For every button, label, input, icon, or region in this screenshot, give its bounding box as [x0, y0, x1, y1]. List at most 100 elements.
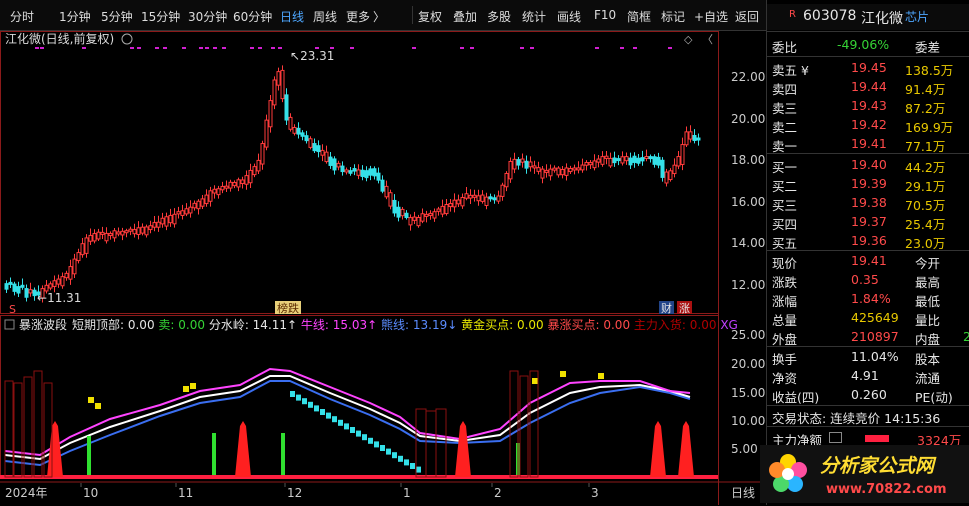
- tab-15min[interactable]: 15分钟: [141, 8, 180, 25]
- draw-line-button[interactable]: 画线: [557, 8, 581, 25]
- period-toolbar: 分时 1分钟 5分钟 15分钟 30分钟 60分钟 日线 周线 更多 〉 复权 …: [0, 0, 766, 31]
- low-price-label: ←11.31: [37, 291, 81, 305]
- candle: [316, 145, 321, 153]
- sell-level-4: 卖四 19.44 91.4万: [772, 79, 946, 97]
- tab-1min[interactable]: 1分钟: [59, 8, 91, 25]
- candle: [588, 162, 593, 166]
- simple-frame-button[interactable]: 简框: [627, 8, 651, 25]
- candle: [296, 127, 301, 135]
- f10-button[interactable]: F10: [594, 8, 616, 22]
- period-label[interactable]: 日线: [731, 486, 755, 500]
- candle: [556, 167, 561, 176]
- limit-up-tag[interactable]: 涨: [679, 302, 690, 315]
- signal-dot: [350, 47, 354, 49]
- candle: [508, 160, 513, 180]
- mark-button[interactable]: 标记: [661, 8, 685, 25]
- candle: [620, 156, 625, 164]
- kline-chart[interactable]: 江化微(日线,前复权) ◇ 〈 22.00 20.00 18.00 16.00 …: [0, 31, 766, 505]
- candle: [180, 210, 185, 216]
- back-button[interactable]: 返回: [735, 8, 759, 25]
- candle: [240, 179, 245, 185]
- trade-status: 交易状态: 连续竞价 14:15:36: [772, 411, 941, 426]
- signal-dot: [258, 47, 262, 49]
- candle: [328, 156, 333, 166]
- candle: [668, 170, 673, 181]
- candle: [412, 216, 417, 221]
- candle: [108, 232, 113, 236]
- candle: [628, 157, 633, 166]
- candle: [580, 164, 585, 171]
- candle: [340, 165, 345, 173]
- candle: [660, 159, 665, 178]
- candle: [576, 167, 581, 171]
- candle: [96, 231, 101, 240]
- candle: [664, 171, 669, 184]
- candle: [480, 194, 485, 202]
- tab-daily[interactable]: 日线: [280, 8, 304, 25]
- r-tag: R: [789, 9, 796, 20]
- signal-dot: [205, 47, 209, 49]
- ind-tick: 10.00: [731, 414, 765, 428]
- main-inflow-bar: [33, 370, 43, 478]
- candle: [192, 202, 197, 209]
- tab-more[interactable]: 更多: [346, 8, 370, 25]
- tab-60min[interactable]: 60分钟: [233, 8, 272, 25]
- candle: [160, 217, 165, 225]
- signal-dot: [633, 47, 637, 49]
- candle: [12, 283, 17, 292]
- cyan-block: [302, 398, 307, 405]
- chart-title: 江化微(日线,前复权): [5, 31, 114, 46]
- statistics-button[interactable]: 统计: [522, 8, 546, 25]
- gold-block: [190, 383, 196, 389]
- signal-dot: [199, 47, 203, 49]
- weibi-row: 委比 -49.06% 委差: [772, 37, 941, 55]
- candle: [60, 276, 65, 287]
- candle: [384, 185, 389, 198]
- candle: [32, 289, 37, 297]
- finance-tag[interactable]: 财: [661, 301, 672, 315]
- chevron-right-icon[interactable]: 〉: [373, 8, 385, 25]
- signal-dot: [40, 47, 44, 49]
- stat-0: 现价 19.41 今开: [772, 253, 941, 271]
- multi-stock-button[interactable]: 多股: [487, 8, 511, 25]
- candle: [324, 151, 329, 163]
- diamond-icon[interactable]: ◇: [684, 33, 693, 46]
- tab-5min[interactable]: 5分钟: [101, 8, 133, 25]
- collapse-icon[interactable]: 〈: [702, 33, 713, 46]
- indicator-toggle-icon[interactable]: [4, 319, 15, 330]
- candle: [456, 199, 461, 205]
- candle: [440, 205, 445, 215]
- surge-spike: [455, 421, 471, 477]
- buy-level-3: 买三 19.38 70.5万: [772, 195, 946, 213]
- candle: [244, 175, 249, 185]
- candle: [692, 134, 697, 141]
- indicator-values: 短期顶部: 0.00 卖: 0.00 分水岭: 14.11↑ 牛线: 15.03…: [72, 317, 738, 332]
- signal-dot: [271, 47, 275, 49]
- candle: [624, 156, 629, 162]
- restore-rights-button[interactable]: 复权: [418, 8, 442, 25]
- stat-1: 涨跌 0.35 最高: [772, 272, 941, 290]
- settings-dot-icon[interactable]: [121, 33, 133, 45]
- surge-spike: [235, 421, 251, 477]
- stat-4: 外盘 210897 内盘 2: [772, 329, 969, 347]
- candle: [16, 286, 21, 294]
- tab-weekly[interactable]: 周线: [313, 8, 337, 25]
- tab-timeshare[interactable]: 分时: [10, 8, 34, 25]
- cyan-block: [410, 463, 415, 469]
- x-tick: 11: [178, 486, 193, 500]
- add-watchlist-button[interactable]: +自选: [694, 8, 728, 25]
- candle: [468, 194, 473, 199]
- overlay-button[interactable]: 叠加: [453, 8, 477, 25]
- gold-block: [183, 386, 189, 392]
- candle: [56, 278, 61, 285]
- candle: [336, 162, 341, 168]
- tab-30min[interactable]: 30分钟: [188, 8, 227, 25]
- candle: [640, 157, 645, 162]
- price-tick: 20.00: [731, 112, 765, 126]
- bull-line: [4, 367, 691, 457]
- candle: [416, 217, 421, 227]
- candle: [452, 199, 457, 208]
- sector-badge[interactable]: 芯片: [905, 8, 929, 25]
- candle: [348, 170, 353, 174]
- candle: [116, 231, 121, 235]
